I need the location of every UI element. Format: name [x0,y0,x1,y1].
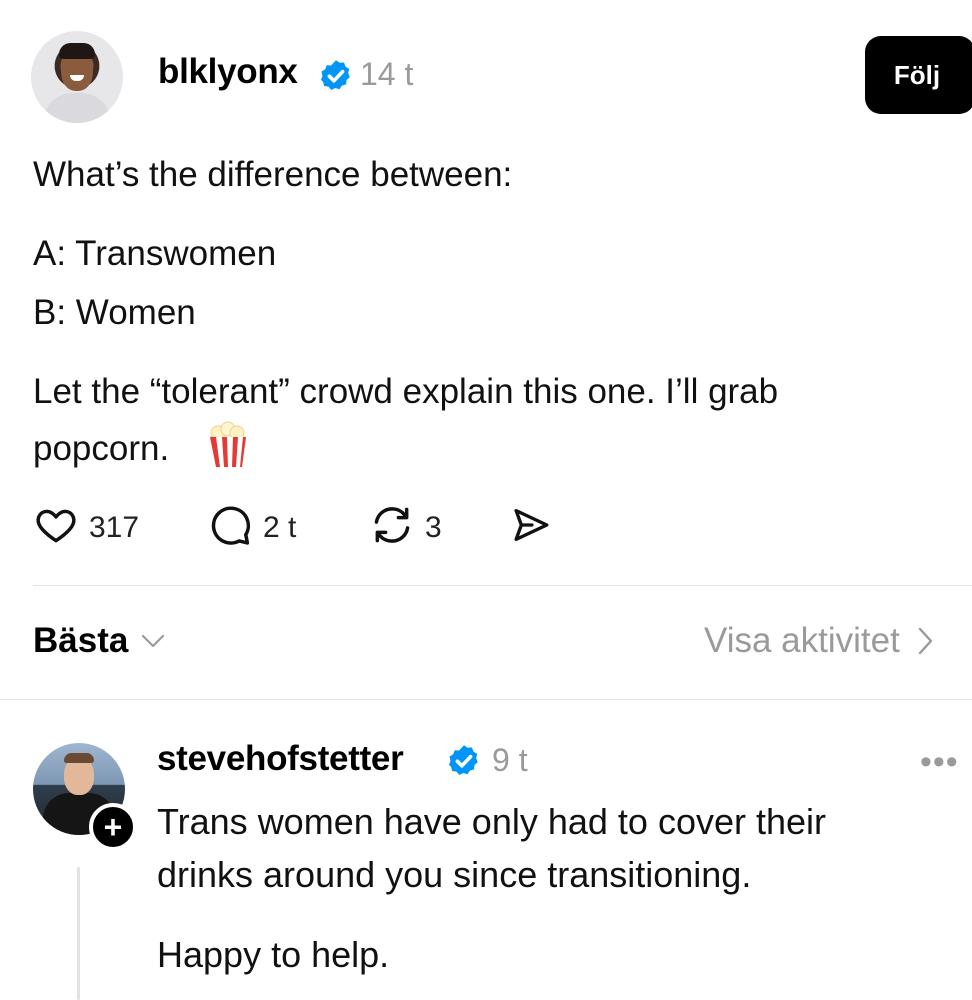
comment-button[interactable]: 2 t [207,503,296,552]
share-icon[interactable] [508,504,554,551]
repost-button[interactable]: 3 [369,503,442,552]
follow-plus-icon[interactable]: + [89,803,137,851]
post-line-4: Let the “tolerant” crowd explain this on… [33,372,779,411]
reply-time: 9 t [492,742,528,778]
chevron-down-icon [140,632,166,655]
more-options-icon[interactable]: ••• [920,743,959,782]
thread-line [77,867,80,1000]
reply-line-1: Trans women have only had to cover their [157,801,827,842]
post-line-3: B: Women [33,293,196,332]
post-line-2: A: Transwomen [33,234,277,273]
like-button[interactable]: 317 [33,503,139,552]
follow-button[interactable]: Följ [865,36,972,114]
verified-badge-icon [318,58,354,94]
like-count: 317 [89,510,140,544]
post-time: 14 t [360,56,414,92]
comment-count: 2 t [263,510,297,544]
popcorn-icon [206,421,250,479]
chevron-right-icon [916,626,934,661]
post-line-5: popcorn. [33,429,170,468]
sort-label: Bästa [33,621,129,660]
verified-badge-icon [446,743,482,779]
post-line-1: What’s the difference between: [33,155,513,194]
reply-username[interactable]: stevehofstetter [157,739,404,779]
author-avatar[interactable] [31,31,123,123]
reply-line-2: drinks around you since transitioning. [157,854,752,895]
repost-icon [369,503,415,552]
repost-count: 3 [425,510,442,544]
divider [33,585,972,586]
reply-line-3: Happy to help. [157,934,390,975]
author-username[interactable]: blklyonx [158,52,298,92]
view-activity-label: Visa aktivitet [704,621,900,660]
comment-icon [207,503,253,552]
view-activity-link[interactable]: Visa aktivitet [704,621,934,661]
sort-dropdown[interactable]: Bästa [33,621,166,661]
divider [0,699,972,700]
heart-icon [33,503,79,552]
